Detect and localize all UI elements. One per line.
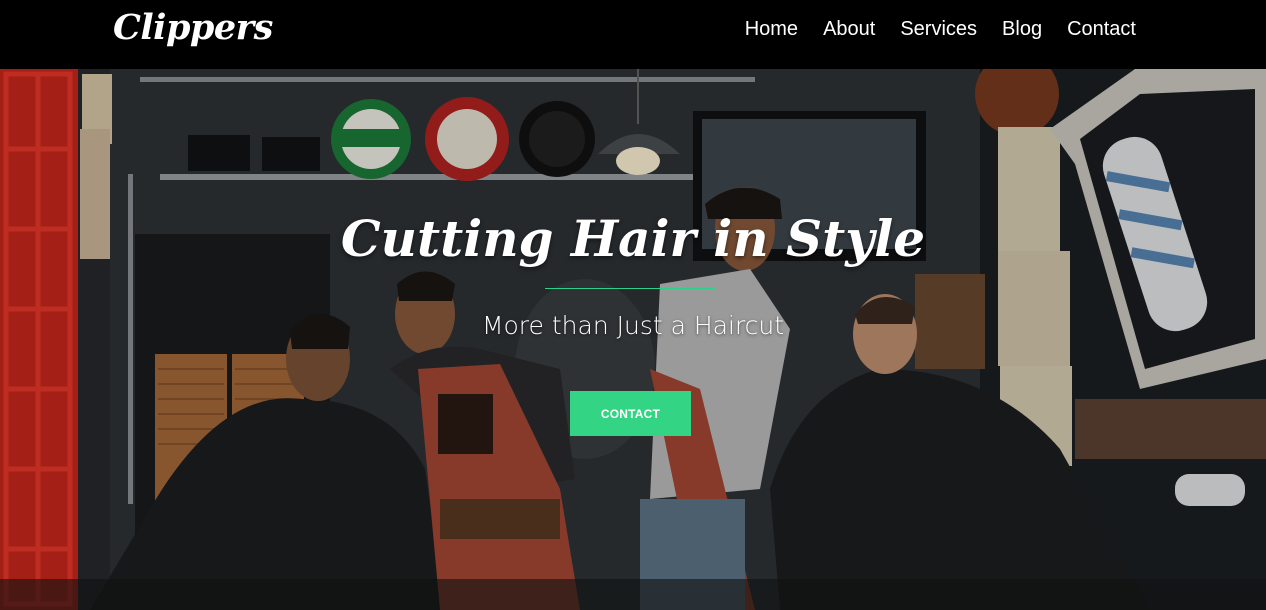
navbar: Clippers Home About Services Blog Contac… — [0, 0, 1266, 69]
nav-services[interactable]: Services — [900, 16, 977, 42]
nav-contact[interactable]: Contact — [1067, 16, 1136, 42]
nav-home[interactable]: Home — [745, 16, 798, 42]
contact-button[interactable]: CONTACT — [570, 391, 691, 436]
hero-section: Cutting Hair in Style More than Just a H… — [0, 69, 1266, 610]
nav-blog[interactable]: Blog — [1002, 16, 1042, 42]
hero-title: Cutting Hair in Style — [340, 209, 926, 268]
nav-about[interactable]: About — [823, 16, 875, 42]
brand-logo[interactable]: Clippers — [113, 6, 273, 50]
hero-divider — [545, 288, 715, 289]
hero-subtitle: More than Just a Haircut — [481, 311, 785, 340]
main-nav: Home About Services Blog Contact — [745, 16, 1136, 42]
